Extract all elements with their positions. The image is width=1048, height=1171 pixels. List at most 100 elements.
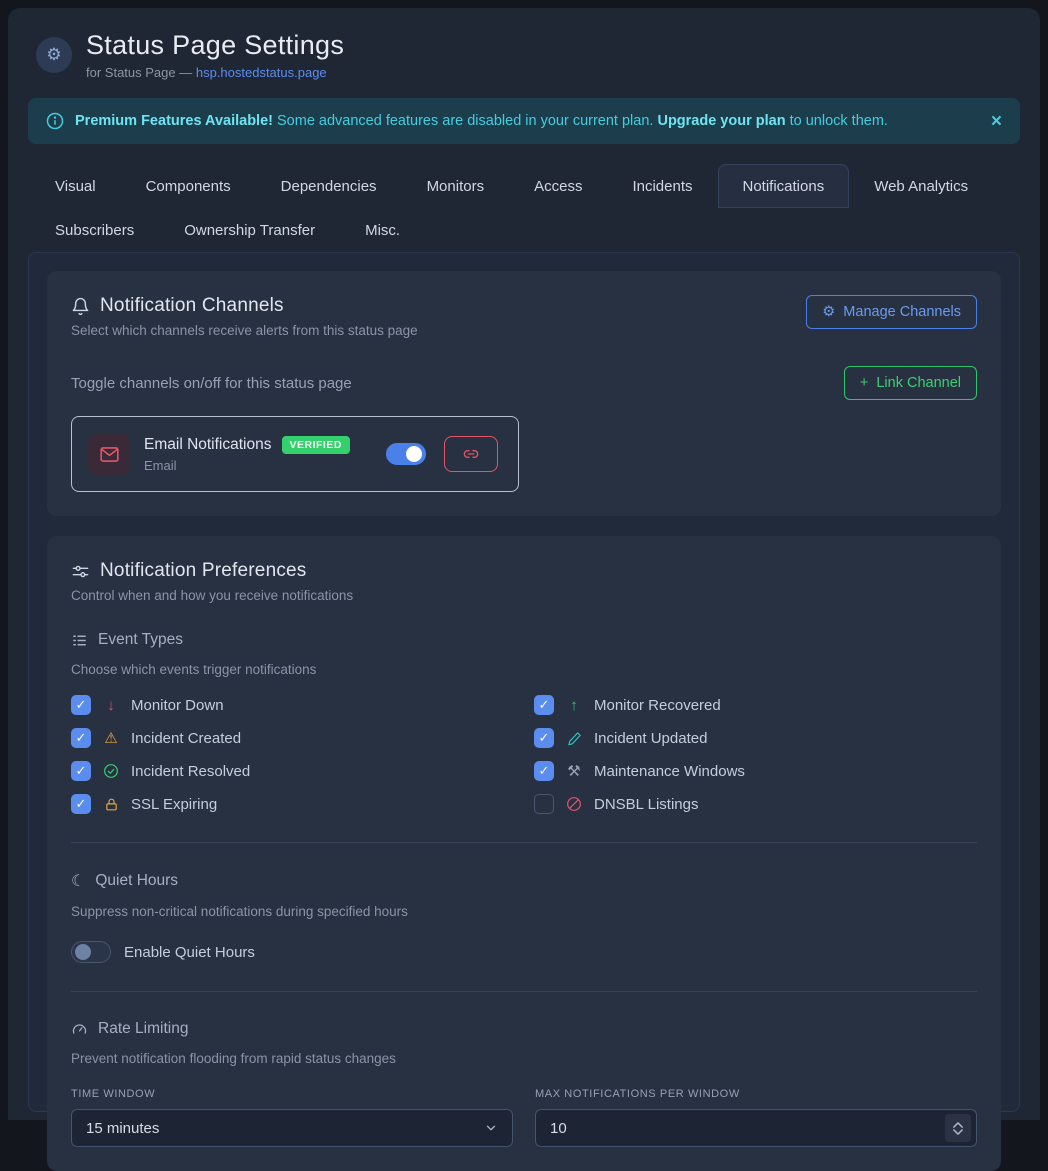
channel-name: Email Notifications: [144, 436, 272, 454]
upgrade-plan-link[interactable]: Upgrade your plan: [657, 113, 785, 129]
tab-incidents[interactable]: Incidents: [607, 164, 717, 208]
envelope-icon: [88, 433, 130, 475]
notification-preferences-card: Notification Preferences Control when an…: [47, 536, 1001, 1171]
email-channel-card: Email Notifications VERIFIED Email: [71, 416, 519, 492]
time-window-select[interactable]: 15 minutes: [71, 1109, 513, 1147]
event-types-subtitle: Choose which events trigger notification…: [71, 662, 977, 677]
event-types-title: Event Types: [98, 631, 183, 649]
number-stepper[interactable]: [945, 1114, 971, 1142]
event-label: Monitor Down: [131, 697, 224, 714]
event-item-dnsbl-listings[interactable]: DNSBL Listings: [534, 794, 977, 814]
email-channel-toggle[interactable]: [386, 443, 426, 465]
lock-icon: [102, 797, 120, 812]
event-item-maintenance-windows[interactable]: ⚒ Maintenance Windows: [534, 761, 977, 781]
link-channel-button[interactable]: + Link Channel: [844, 366, 977, 400]
checkbox[interactable]: [71, 794, 91, 814]
event-types-grid: ↓ Monitor Down ↑ Monitor Recovered ⚠ Inc…: [71, 695, 977, 814]
link-icon: [463, 446, 479, 462]
event-label: Maintenance Windows: [594, 763, 745, 780]
event-item-incident-updated[interactable]: Incident Updated: [534, 728, 977, 748]
max-notifications-group: MAX NOTIFICATIONS PER WINDOW 10: [535, 1088, 977, 1147]
preferences-title-text: Notification Preferences: [100, 560, 307, 582]
rate-limiting-header: Rate Limiting: [71, 1020, 977, 1038]
event-item-incident-created[interactable]: ⚠ Incident Created: [71, 728, 514, 748]
event-item-ssl-expiring[interactable]: SSL Expiring: [71, 794, 514, 814]
max-notifications-label: MAX NOTIFICATIONS PER WINDOW: [535, 1088, 977, 1100]
notifications-tab-panel: Notification Channels Select which chann…: [28, 252, 1020, 1112]
event-item-incident-resolved[interactable]: Incident Resolved: [71, 761, 514, 781]
banner-end-text: to unlock them.: [786, 113, 888, 129]
checkbox[interactable]: [71, 695, 91, 715]
status-page-url-link[interactable]: hsp.hostedstatus.page: [196, 65, 327, 80]
sliders-icon: [71, 562, 90, 581]
checkbox[interactable]: [71, 761, 91, 781]
page-title: Status Page Settings: [86, 30, 344, 61]
max-notifications-value: 10: [550, 1120, 945, 1137]
time-window-label: TIME WINDOW: [71, 1088, 513, 1100]
checkbox[interactable]: [71, 728, 91, 748]
moon-icon: ☾: [71, 871, 85, 891]
gauge-icon: [71, 1021, 88, 1038]
gear-icon: ⚙: [36, 37, 72, 73]
channels-title-text: Notification Channels: [100, 295, 284, 317]
enable-quiet-hours-toggle[interactable]: [71, 941, 111, 963]
section-divider: [71, 991, 977, 992]
preferences-card-subtitle: Control when and how you receive notific…: [71, 588, 977, 603]
subtitle-text: for Status Page —: [86, 65, 196, 80]
checkbox[interactable]: [534, 794, 554, 814]
pencil-icon: [565, 731, 583, 746]
gear-icon: ⚙: [822, 304, 835, 320]
event-item-monitor-recovered[interactable]: ↑ Monitor Recovered: [534, 695, 977, 715]
quiet-hours-header: ☾ Quiet Hours: [71, 871, 977, 891]
premium-banner-text: Premium Features Available! Some advance…: [75, 113, 980, 129]
tab-subscribers[interactable]: Subscribers: [30, 208, 159, 252]
chevron-down-icon: [484, 1121, 498, 1135]
event-label: Monitor Recovered: [594, 697, 721, 714]
max-notifications-input[interactable]: 10: [535, 1109, 977, 1147]
tab-row-1: Visual Components Dependencies Monitors …: [30, 164, 1020, 208]
premium-banner: Premium Features Available! Some advance…: [28, 98, 1020, 144]
tab-ownership-transfer[interactable]: Ownership Transfer: [159, 208, 340, 252]
tab-monitors[interactable]: Monitors: [402, 164, 510, 208]
plus-icon: +: [860, 375, 868, 391]
quiet-hours-toggle-label: Enable Quiet Hours: [124, 944, 255, 961]
rate-limiting-form: TIME WINDOW 15 minutes MAX NOTIFICATIONS…: [71, 1088, 977, 1147]
link-channel-label: Link Channel: [876, 375, 961, 391]
event-label: Incident Created: [131, 730, 241, 747]
time-window-group: TIME WINDOW 15 minutes: [71, 1088, 513, 1147]
tab-access[interactable]: Access: [509, 164, 607, 208]
toggle-knob: [75, 944, 91, 960]
status-page-settings-window: ⚙ Status Page Settings for Status Page —…: [8, 8, 1040, 1120]
event-label: SSL Expiring: [131, 796, 217, 813]
quiet-hours-title: Quiet Hours: [95, 872, 178, 890]
tab-notifications[interactable]: Notifications: [718, 164, 850, 208]
arrow-up-icon: ↑: [565, 697, 583, 714]
close-icon[interactable]: ×: [991, 112, 1002, 131]
verified-badge: VERIFIED: [282, 436, 350, 454]
manage-channels-button[interactable]: ⚙ Manage Channels: [806, 295, 977, 329]
checkbox[interactable]: [534, 761, 554, 781]
checkbox[interactable]: [534, 695, 554, 715]
time-window-value: 15 minutes: [86, 1120, 484, 1137]
tab-visual[interactable]: Visual: [30, 164, 121, 208]
channels-card-subtitle: Select which channels receive alerts fro…: [71, 323, 418, 338]
rate-limiting-subtitle: Prevent notification flooding from rapid…: [71, 1051, 977, 1066]
info-icon: [46, 112, 64, 130]
channel-type: Email: [144, 458, 350, 473]
quiet-hours-subtitle: Suppress non-critical notifications duri…: [71, 904, 977, 919]
settings-tab-bar: Visual Components Dependencies Monitors …: [28, 164, 1020, 252]
tab-dependencies[interactable]: Dependencies: [256, 164, 402, 208]
tab-components[interactable]: Components: [121, 164, 256, 208]
quiet-hours-toggle-row: Enable Quiet Hours: [71, 941, 977, 963]
bell-icon: [71, 297, 90, 316]
tab-row-2: Subscribers Ownership Transfer Misc.: [30, 208, 1020, 252]
event-item-monitor-down[interactable]: ↓ Monitor Down: [71, 695, 514, 715]
toggle-channels-hint: Toggle channels on/off for this status p…: [71, 375, 352, 392]
checkbox[interactable]: [534, 728, 554, 748]
banner-bold-intro: Premium Features Available!: [75, 113, 273, 129]
unlink-channel-button[interactable]: [444, 436, 498, 472]
preferences-card-title: Notification Preferences: [71, 560, 977, 582]
chevron-up-icon: [953, 1122, 963, 1128]
tab-web-analytics[interactable]: Web Analytics: [849, 164, 993, 208]
tab-misc[interactable]: Misc.: [340, 208, 425, 252]
